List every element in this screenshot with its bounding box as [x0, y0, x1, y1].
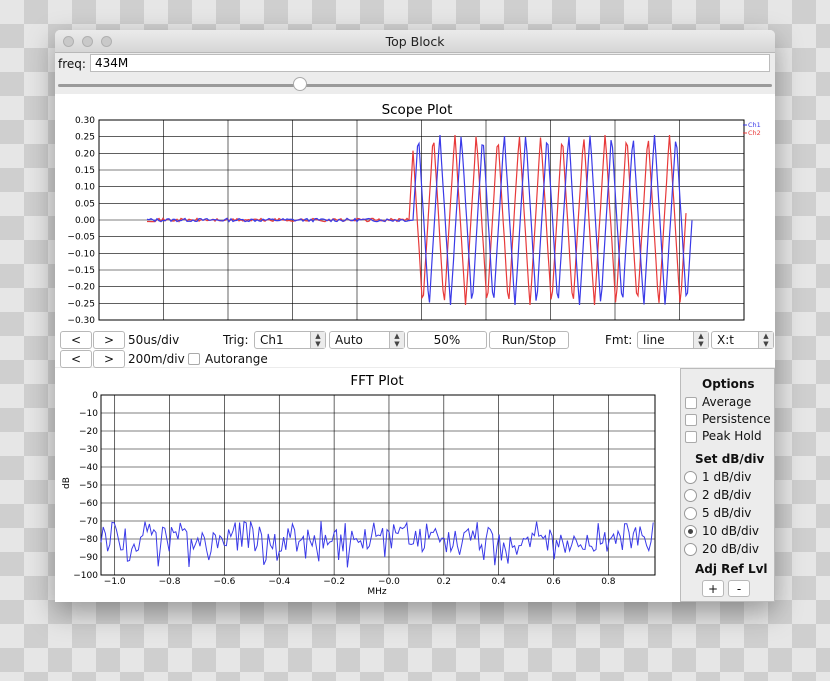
fft-ytick-label: −30	[79, 445, 98, 455]
fft-ytick-label: 0	[92, 391, 98, 401]
title-bar: Top Block	[55, 30, 775, 53]
app-window: Top Block freq: Scope Plot 0.300.250.200…	[55, 30, 775, 602]
freq-input[interactable]	[90, 54, 770, 72]
xy-mode-select[interactable]: X:t ▲ ▼	[711, 331, 774, 349]
updown-chevron-icon: ▲ ▼	[389, 332, 404, 348]
fft-xtick-label: 0.6	[546, 577, 561, 587]
fft-series	[100, 521, 654, 568]
fft-xtick-label: −0.2	[323, 577, 345, 587]
db-div-title: Set dB/div	[695, 452, 765, 466]
scope-ytick-label: −0.30	[67, 316, 95, 326]
trig-mode-value: Auto	[335, 333, 363, 347]
fft-ytick-label: −10	[79, 409, 98, 419]
db-div-radio-label: 20 dB/div	[702, 542, 760, 556]
scope-ytick-label: 0.20	[75, 149, 95, 159]
autorange-label: Autorange	[205, 352, 268, 366]
volt-div-value: 200m/div	[128, 352, 185, 366]
fft-xtick-label: −0.0	[378, 577, 400, 587]
scope-ytick-label: 0.00	[75, 216, 95, 226]
run-stop-button[interactable]: Run/Stop	[489, 331, 569, 349]
options-panel: Options Average Persistence Peak Hold Se…	[680, 368, 775, 602]
window-title: Top Block	[385, 34, 445, 49]
scope-title: Scope Plot	[382, 102, 453, 118]
autorange-checkbox[interactable]	[188, 353, 200, 365]
fft-ytick-label: −80	[79, 535, 98, 545]
updown-chevron-icon: ▲ ▼	[310, 332, 325, 348]
trig-mode-select[interactable]: Auto ▲ ▼	[329, 331, 405, 349]
persistence-label: Persistence	[702, 412, 771, 426]
fft-xtick-label: 0.2	[437, 577, 451, 587]
legend-ch1-label: Ch1	[748, 121, 761, 129]
fft-panel: FFT Plot 0 −10 −20 −30 −40 −50 −60 −70 −80 −90 −10…	[55, 368, 680, 602]
freq-slider-thumb[interactable]	[293, 77, 307, 91]
fft-xtick-label: −0.8	[159, 577, 181, 587]
fmt-label: Fmt:	[605, 333, 633, 347]
fft-ytick-label: −100	[73, 571, 98, 581]
fft-xtick-label: 0.4	[492, 577, 507, 587]
scope-ytick-label: 0.05	[75, 199, 95, 209]
volt-next-button[interactable]: >	[93, 350, 125, 368]
updown-chevron-icon: ▲ ▼	[693, 332, 708, 348]
db-div-radio-label: 2 dB/div	[702, 488, 752, 502]
fft-xtick-label: −1.0	[104, 577, 126, 587]
trig-channel-value: Ch1	[260, 333, 284, 347]
persistence-checkbox[interactable]	[685, 414, 697, 426]
legend-ch2-label: Ch2	[748, 129, 761, 137]
fft-ytick-label: −90	[79, 553, 98, 563]
updown-chevron-icon: ▲ ▼	[758, 332, 773, 348]
time-next-button[interactable]: >	[93, 331, 125, 349]
ref-level-plus-button[interactable]: +	[702, 580, 724, 597]
peak-hold-checkbox[interactable]	[685, 431, 697, 443]
scope-ytick-label: −0.20	[67, 283, 95, 293]
db-div-radio-label: 5 dB/div	[702, 506, 752, 520]
options-title: Options	[702, 377, 755, 391]
db-div-radio[interactable]	[684, 489, 697, 502]
scope-ytick-label: −0.10	[67, 249, 95, 259]
peak-hold-label: Peak Hold	[702, 429, 762, 443]
average-checkbox[interactable]	[685, 397, 697, 409]
db-div-radio-label: 1 dB/div	[702, 470, 752, 484]
fft-ylabel: dB	[62, 477, 72, 489]
scope-ytick-label: 0.10	[75, 183, 95, 193]
scope-plot: Scope Plot 0.30 0.25 0.20 0.15 0.10 0.05 0.00 −…	[67, 102, 761, 326]
fft-ytick-label: −70	[79, 517, 98, 527]
scope-ytick-label: 0.25	[75, 133, 95, 143]
fft-xtick-label: −0.6	[213, 577, 235, 587]
db-div-radio-label: 10 dB/div	[702, 524, 760, 538]
scope-ytick-label: −0.15	[67, 266, 95, 276]
scope-ytick-label: 0.15	[75, 166, 95, 176]
scope-ytick-label: −0.05	[67, 233, 95, 243]
xy-mode-value: X:t	[717, 333, 734, 347]
scope-ytick-label: 0.30	[75, 116, 95, 126]
fft-xtick-label: 0.8	[601, 577, 616, 587]
average-label: Average	[702, 395, 752, 409]
fft-title: FFT Plot	[350, 373, 403, 389]
time-div-value: 50us/div	[128, 333, 180, 347]
db-div-radio[interactable]	[684, 543, 697, 556]
fft-xtick-label: −0.4	[268, 577, 290, 587]
fft-ytick-label: −60	[79, 499, 98, 509]
db-div-radio[interactable]	[684, 525, 697, 538]
scope-ytick-label: −0.25	[67, 299, 95, 309]
fmt-value: line	[643, 333, 665, 347]
freq-label: freq:	[58, 57, 86, 71]
volt-prev-button[interactable]: <	[60, 350, 92, 368]
ref-lvl-title: Adj Ref Lvl	[695, 562, 768, 576]
fmt-select[interactable]: line ▲ ▼	[637, 331, 709, 349]
freq-row: freq:	[55, 53, 775, 75]
db-div-radio[interactable]	[684, 471, 697, 484]
fft-ytick-label: −40	[79, 463, 98, 473]
trig-channel-select[interactable]: Ch1 ▲ ▼	[254, 331, 326, 349]
time-prev-button[interactable]: <	[60, 331, 92, 349]
freq-slider-track[interactable]	[58, 84, 772, 87]
trig-label: Trig:	[223, 333, 249, 347]
trig-level-button[interactable]: 50%	[407, 331, 487, 349]
db-div-radio[interactable]	[684, 507, 697, 520]
fft-xlabel: MHz	[367, 587, 387, 597]
fft-plot: FFT Plot 0 −10 −20 −30 −40 −50 −60 −70 −80 −90 −10…	[62, 373, 656, 597]
fft-ytick-label: −50	[79, 481, 98, 491]
ref-level-minus-button[interactable]: -	[728, 580, 750, 597]
fft-ytick-label: −20	[79, 427, 98, 437]
scope-panel: Scope Plot 0.30 0.25 0.20 0.15 0.10 0.05 0.00 −…	[55, 94, 775, 368]
